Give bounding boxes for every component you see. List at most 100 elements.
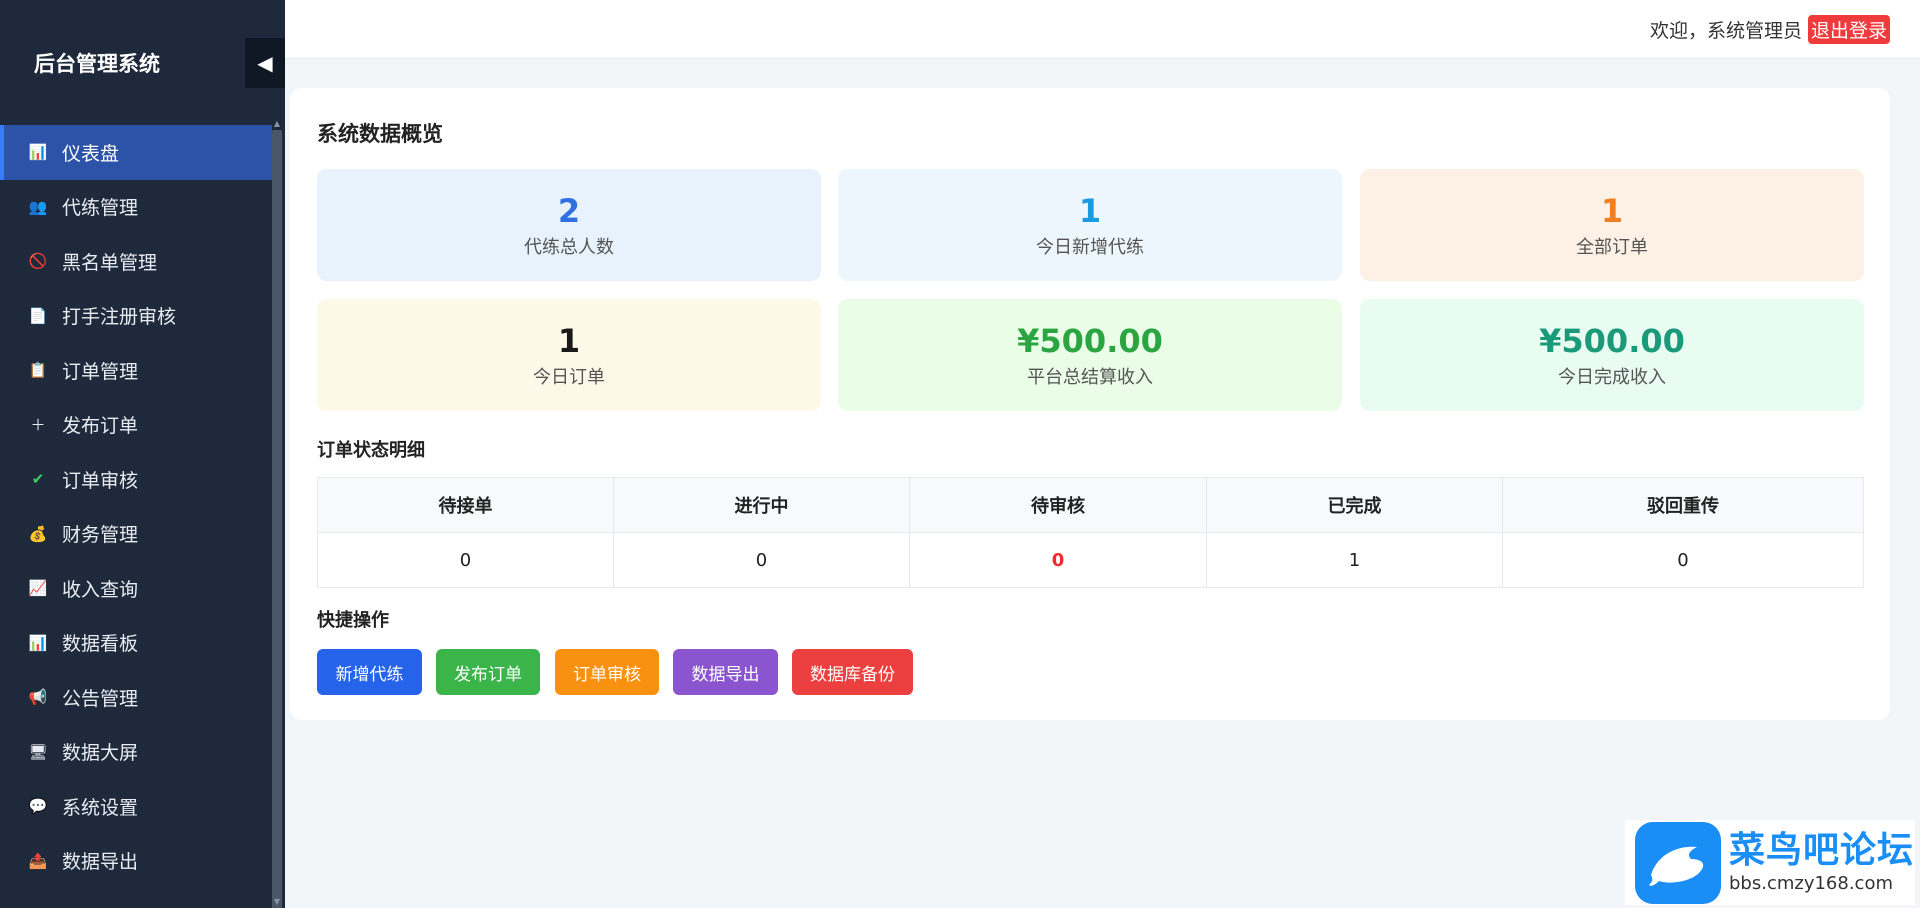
sidebar-item-blacklist[interactable]: 🚫 黑名单管理 xyxy=(0,234,272,289)
table-header: 驳回重传 xyxy=(1502,477,1864,533)
sidebar-item-label: 黑名单管理 xyxy=(62,251,158,274)
clipboard-icon: 📋 xyxy=(28,361,48,380)
check-icon: ✔ xyxy=(31,470,45,489)
stat-card-today-income: ¥500.00 今日完成收入 xyxy=(1360,299,1864,411)
stat-value: 2 xyxy=(557,192,581,230)
sidebar-item-register-review[interactable]: 📄 打手注册审核 xyxy=(0,289,272,344)
chat-bubble-icon: 💬 xyxy=(28,797,48,816)
sidebar-item-label: 数据导出 xyxy=(62,851,139,874)
stat-value: ¥500.00 xyxy=(1017,322,1163,360)
stat-value: 1 xyxy=(557,322,581,360)
sidebar-item-label: 仪表盘 xyxy=(62,142,120,165)
plus-icon: ＋ xyxy=(30,416,46,435)
megaphone-icon: 📢 xyxy=(28,688,48,707)
bar-chart-icon: 📊 xyxy=(28,633,48,652)
table-cell: 0 xyxy=(1502,532,1864,588)
monitor-icon: 🖥 xyxy=(28,742,48,761)
sidebar-item-label: 数据大屏 xyxy=(62,742,139,765)
sidebar-item-label: 代练管理 xyxy=(62,197,139,220)
table-header: 已完成 xyxy=(1206,477,1503,533)
sidebar-item-label: 系统设置 xyxy=(62,796,139,819)
add-booster-button[interactable]: 新增代练 xyxy=(317,649,422,695)
sidebar-item-label: 订单审核 xyxy=(62,469,139,492)
money-bag-icon: 💰 xyxy=(28,524,48,543)
app-title: 后台管理系统 xyxy=(34,51,160,76)
stat-label: 代练总人数 xyxy=(524,237,614,258)
sidebar-item-orders[interactable]: 📋 订单管理 xyxy=(0,343,272,398)
sidebar: 后台管理系统 ◀ 📊 仪表盘 👥 代练管理 🚫 黑名单管理 📄 打手注册审核 📋… xyxy=(0,0,285,908)
table-cell: 0 xyxy=(613,532,910,588)
sidebar-item-label: 发布订单 xyxy=(62,415,139,438)
stat-card-total-boosters: 2 代练总人数 xyxy=(317,169,821,281)
stat-label: 今日订单 xyxy=(533,367,605,388)
sidebar-item-label: 打手注册审核 xyxy=(62,306,177,329)
sidebar-item-label: 收入查询 xyxy=(62,578,139,601)
sidebar-item-income-query[interactable]: 📈 收入查询 xyxy=(0,561,272,616)
publish-order-button[interactable]: 发布订单 xyxy=(436,649,540,695)
sidebar-item-announcements[interactable]: 📢 公告管理 xyxy=(0,670,272,725)
sidebar-item-settings[interactable]: 💬 系统设置 xyxy=(0,779,272,834)
table-row: 0 0 0 1 0 xyxy=(317,532,1864,588)
sidebar-nav: 📊 仪表盘 👥 代练管理 🚫 黑名单管理 📄 打手注册审核 📋 订单管理 ＋ 发… xyxy=(0,125,272,888)
stat-card-total-income: ¥500.00 平台总结算收入 xyxy=(838,299,1342,411)
stat-card-all-orders: 1 全部订单 xyxy=(1360,169,1864,281)
table-cell: 0 xyxy=(317,532,614,588)
scroll-up-arrow-icon[interactable]: ▲ xyxy=(273,120,281,128)
document-icon: 📄 xyxy=(28,306,48,325)
scroll-down-arrow-icon[interactable]: ▼ xyxy=(273,898,281,906)
sidebar-item-big-screen[interactable]: 🖥 数据大屏 xyxy=(0,725,272,780)
export-icon: 📤 xyxy=(28,851,48,870)
forum-watermark: 菜鸟吧论坛 bbs.cmzy168.com xyxy=(1625,820,1915,905)
sidebar-item-order-review[interactable]: ✔ 订单审核 xyxy=(0,452,272,507)
scroll-thumb[interactable] xyxy=(272,130,282,908)
stat-label: 平台总结算收入 xyxy=(1027,367,1153,388)
stat-value: ¥500.00 xyxy=(1539,322,1685,360)
db-backup-button[interactable]: 数据库备份 xyxy=(792,649,913,695)
users-icon: 👥 xyxy=(28,197,48,216)
order-status-table: 待接单 进行中 待审核 已完成 驳回重传 0 0 0 1 0 xyxy=(317,477,1864,588)
prohibited-icon: 🚫 xyxy=(28,252,48,271)
triangle-left-icon: ◀ xyxy=(257,50,273,75)
sidebar-item-boosters[interactable]: 👥 代练管理 xyxy=(0,180,272,235)
watermark-name: 菜鸟吧论坛 xyxy=(1729,829,1915,871)
stat-card-orders-today: 1 今日订单 xyxy=(317,299,821,411)
bar-chart-icon: 📊 xyxy=(28,143,48,162)
collapse-sidebar-button[interactable]: ◀ xyxy=(245,37,285,88)
dashboard-card: 系统数据概览 2 代练总人数 1 今日新增代练 1 全部订单 1 今日订单 ¥5… xyxy=(290,88,1890,720)
sidebar-item-label: 数据看板 xyxy=(62,633,139,656)
sidebar-header: 后台管理系统 ◀ xyxy=(0,0,285,125)
sidebar-item-label: 财务管理 xyxy=(62,524,139,547)
watermark-url: bbs.cmzy168.com xyxy=(1729,872,1894,894)
welcome-text: 欢迎，系统管理员 xyxy=(1649,19,1802,42)
sidebar-item-finance[interactable]: 💰 财务管理 xyxy=(0,507,272,562)
sidebar-item-label: 公告管理 xyxy=(62,687,139,710)
table-header-row: 待接单 进行中 待审核 已完成 驳回重传 xyxy=(317,477,1864,533)
table-header: 待审核 xyxy=(909,477,1207,533)
sidebar-item-dashboard[interactable]: 📊 仪表盘 xyxy=(0,125,272,180)
stat-label: 今日新增代练 xyxy=(1036,237,1144,258)
table-cell: 1 xyxy=(1206,532,1503,588)
table-cell-pending-review: 0 xyxy=(909,532,1207,588)
data-export-button[interactable]: 数据导出 xyxy=(673,649,778,695)
stat-label: 全部订单 xyxy=(1576,237,1648,258)
table-header: 待接单 xyxy=(317,477,614,533)
overview-title: 系统数据概览 xyxy=(317,122,443,146)
sidebar-item-data-board[interactable]: 📊 数据看板 xyxy=(0,616,272,671)
sidebar-item-label: 订单管理 xyxy=(62,360,139,383)
sidebar-item-publish-order[interactable]: ＋ 发布订单 xyxy=(0,398,272,453)
order-status-title: 订单状态明细 xyxy=(317,440,425,461)
table-header: 进行中 xyxy=(613,477,910,533)
top-bar: 欢迎，系统管理员 退出登录 xyxy=(285,0,1920,59)
sidebar-scrollbar[interactable]: ▲ ▼ xyxy=(272,120,282,908)
logout-button[interactable]: 退出登录 xyxy=(1807,14,1890,44)
sidebar-item-data-export[interactable]: 📤 数据导出 xyxy=(0,834,272,889)
line-chart-icon: 📈 xyxy=(28,579,48,598)
watermark-text: 菜鸟吧论坛 bbs.cmzy168.com xyxy=(1729,830,1914,896)
stat-label: 今日完成收入 xyxy=(1558,367,1666,388)
quick-actions-title: 快捷操作 xyxy=(317,610,389,631)
stat-value: 1 xyxy=(1078,192,1102,230)
bird-logo-icon xyxy=(1635,821,1721,904)
order-review-button[interactable]: 订单审核 xyxy=(555,649,659,695)
stat-value: 1 xyxy=(1600,192,1624,230)
stat-card-new-boosters-today: 1 今日新增代练 xyxy=(838,169,1342,281)
